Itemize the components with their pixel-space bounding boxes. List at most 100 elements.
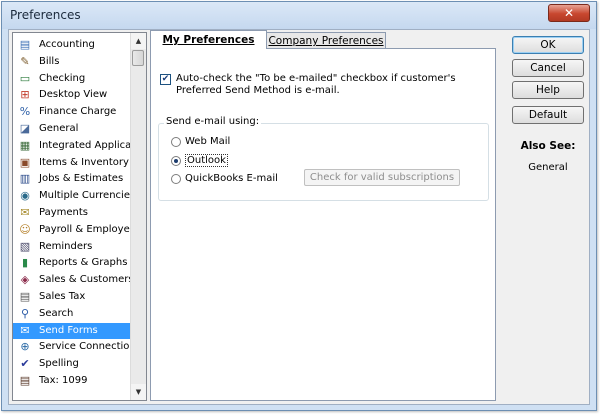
payments-icon: ✉ bbox=[20, 205, 30, 219]
sidebar-item-tax-1099[interactable]: ▤ Tax: 1099 bbox=[13, 373, 131, 390]
auto-check-email-option[interactable]: ✔ Auto-check the "To be e-mailed" checkb… bbox=[160, 73, 490, 97]
sidebar-item-payments[interactable]: ✉ Payments bbox=[13, 205, 131, 222]
accounting-icon: ▤ bbox=[19, 38, 31, 51]
default-button-label: Default bbox=[528, 109, 568, 121]
also-see-heading: Also See: bbox=[520, 140, 576, 152]
sidebar-item-payroll-employees[interactable]: ☺ Payroll & Employees bbox=[13, 222, 131, 239]
radio-quickbooks-email-button[interactable] bbox=[171, 173, 181, 184]
scroll-down-button[interactable]: ▼ bbox=[131, 384, 146, 400]
sidebar-item-label: Reports & Graphs bbox=[39, 257, 128, 269]
send-forms-icon: ✉ bbox=[20, 323, 30, 337]
radio-outlook-label: Outlook bbox=[185, 154, 228, 167]
tab-my-preferences-label: My Preferences bbox=[162, 34, 255, 46]
sidebar-item-finance-charge[interactable]: % Finance Charge bbox=[13, 104, 131, 121]
radio-quickbooks-email-label: QuickBooks E-mail bbox=[185, 173, 278, 184]
sidebar-item-jobs-estimates[interactable]: ▥ Jobs & Estimates bbox=[13, 171, 131, 188]
sidebar-item-label: Send Forms bbox=[39, 324, 98, 336]
window-title: Preferences bbox=[10, 8, 81, 22]
sidebar-item-accounting[interactable]: ▤ Accounting bbox=[13, 37, 131, 54]
tab-company-preferences[interactable]: Company Preferences bbox=[266, 32, 386, 49]
category-items: ▤ Accounting ✎ Bills ▭ Checking ⊞ Desktop View%… bbox=[13, 37, 131, 390]
checking-icon: ▭ bbox=[19, 71, 31, 85]
sidebar-item-send-forms[interactable]: ✉ Send Forms bbox=[13, 322, 131, 340]
sidebar-item-spelling[interactable]: ✔ Spelling bbox=[13, 356, 131, 373]
sidebar-item-integrated-applicatio[interactable]: ▦ Integrated Applicatio bbox=[13, 138, 131, 155]
sidebar-item-search[interactable]: ⚲ Search bbox=[13, 306, 131, 323]
sidebar-item-label: Desktop View bbox=[39, 89, 108, 101]
close-icon: ✕ bbox=[563, 6, 575, 20]
arrow-down-icon: ▼ bbox=[135, 388, 142, 396]
sidebar-item-label: Spelling bbox=[39, 358, 79, 370]
sidebar-item-checking[interactable]: ▭ Checking bbox=[13, 71, 131, 88]
auto-check-email-label: Auto-check the "To be e-mailed" checkbox… bbox=[176, 73, 456, 97]
sidebar-item-label: Checking bbox=[39, 72, 86, 84]
sidebar-item-general[interactable]: ◪ General bbox=[13, 121, 131, 138]
check-mark-icon: ✔ bbox=[161, 74, 170, 84]
tab-company-preferences-label: Company Preferences bbox=[268, 35, 384, 47]
multiple-currencies-icon: ◉ bbox=[20, 189, 30, 203]
sidebar-item-label: Accounting bbox=[39, 39, 95, 50]
my-preferences-panel: ✔ Auto-check the "To be e-mailed" checkb… bbox=[150, 48, 496, 401]
sidebar-scrollbar[interactable]: ▲ ▼ bbox=[130, 33, 146, 400]
sidebar-item-label: Sales & Customers bbox=[39, 274, 131, 286]
sidebar-item-items-inventory[interactable]: ▣ Items & Inventory bbox=[13, 155, 131, 172]
radio-quickbooks-email[interactable]: QuickBooks E-mail bbox=[171, 173, 278, 184]
sidebar-item-label: Sales Tax bbox=[39, 290, 86, 302]
search-icon: ⚲ bbox=[20, 306, 30, 320]
help-button[interactable]: Help bbox=[512, 81, 584, 99]
sidebar-item-label: Integrated Applicatio bbox=[39, 139, 131, 151]
radio-web-mail[interactable]: Web Mail bbox=[171, 136, 230, 147]
sidebar-item-label: Bills bbox=[39, 55, 60, 67]
sidebar-item-label: General bbox=[39, 122, 79, 134]
send-email-group: Send e-mail using: Web Mail Outlook Quic… bbox=[158, 116, 489, 201]
sidebar-item-sales-customers[interactable]: ◈ Sales & Customers bbox=[13, 272, 131, 289]
check-subscriptions-label: Check for valid subscriptions bbox=[309, 172, 455, 183]
tax-1099-icon: ▤ bbox=[19, 373, 31, 387]
send-email-group-title: Send e-mail using: bbox=[164, 116, 262, 127]
preferences-window: Preferences ✕ ▤ Accounting ✎ Bills ▭ Checking… bbox=[1, 1, 597, 411]
auto-check-email-checkbox[interactable]: ✔ bbox=[160, 74, 171, 85]
ok-button-label: OK bbox=[540, 39, 556, 51]
spelling-icon: ✔ bbox=[20, 357, 30, 371]
sidebar-item-desktop-view[interactable]: ⊞ Desktop View bbox=[13, 87, 131, 104]
cancel-button[interactable]: Cancel bbox=[512, 59, 584, 77]
finance-charge-icon: % bbox=[19, 105, 31, 119]
sidebar-item-sales-tax[interactable]: ▤ Sales Tax bbox=[13, 289, 131, 306]
title-bar[interactable]: Preferences ✕ bbox=[2, 2, 596, 29]
radio-web-mail-label: Web Mail bbox=[185, 136, 231, 147]
service-connection-icon: ⊕ bbox=[20, 340, 30, 354]
sidebar-item-label: Payments bbox=[39, 206, 88, 218]
sidebar-item-service-connection[interactable]: ⊕ Service Connection bbox=[13, 339, 131, 356]
tab-my-preferences[interactable]: My Preferences bbox=[150, 30, 267, 49]
close-button[interactable]: ✕ bbox=[548, 4, 590, 22]
radio-outlook[interactable]: Outlook bbox=[171, 154, 228, 167]
bills-icon: ✎ bbox=[20, 54, 30, 68]
sidebar-item-label: Finance Charge bbox=[39, 106, 117, 118]
also-see-general-link[interactable]: General bbox=[512, 162, 584, 173]
sidebar-item-reports-graphs[interactable]: ▮ Reports & Graphs bbox=[13, 255, 131, 272]
radio-outlook-button[interactable] bbox=[171, 155, 181, 166]
reminders-icon: ▧ bbox=[19, 239, 31, 253]
ok-button[interactable]: OK bbox=[512, 36, 584, 54]
check-subscriptions-button[interactable]: Check for valid subscriptions bbox=[304, 169, 460, 186]
scroll-thumb[interactable] bbox=[132, 50, 144, 66]
auto-check-email-line2: Preferred Send Method is e-mail. bbox=[176, 85, 340, 96]
scroll-up-button[interactable]: ▲ bbox=[131, 33, 146, 49]
jobs-estimates-icon: ▥ bbox=[19, 172, 31, 186]
auto-check-email-line1: Auto-check the "To be e-mailed" checkbox… bbox=[176, 73, 456, 84]
preferences-category-list[interactable]: ▤ Accounting ✎ Bills ▭ Checking ⊞ Desktop View%… bbox=[12, 32, 147, 401]
items-inventory-icon: ▣ bbox=[19, 155, 31, 169]
desktop-view-icon: ⊞ bbox=[20, 88, 30, 102]
radio-web-mail-button[interactable] bbox=[171, 136, 181, 147]
sidebar-item-bills[interactable]: ✎ Bills bbox=[13, 54, 131, 71]
reports-graphs-icon: ▮ bbox=[21, 256, 29, 270]
sidebar-item-label: Service Connection bbox=[39, 341, 131, 353]
integrated-applications-icon: ▦ bbox=[19, 138, 31, 152]
sidebar-item-multiple-currencies[interactable]: ◉ Multiple Currencies bbox=[13, 188, 131, 205]
help-button-label: Help bbox=[536, 84, 560, 96]
sidebar-item-label: Jobs & Estimates bbox=[39, 173, 124, 185]
sidebar-item-reminders[interactable]: ▧ Reminders bbox=[13, 239, 131, 256]
arrow-up-icon: ▲ bbox=[135, 37, 142, 45]
sidebar-item-label: Items & Inventory bbox=[39, 156, 129, 168]
default-button[interactable]: Default bbox=[512, 106, 584, 124]
